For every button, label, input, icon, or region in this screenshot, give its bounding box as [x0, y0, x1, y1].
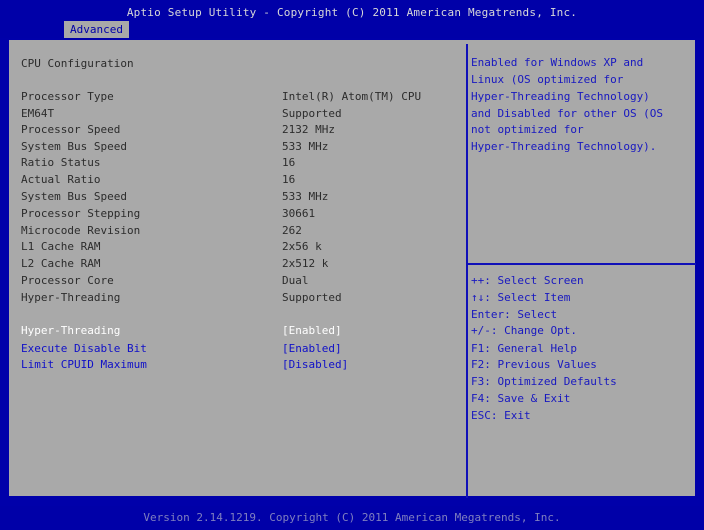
info-label: L2 Cache RAM: [21, 257, 101, 270]
info-value: 2x512 k: [282, 257, 329, 270]
top-bar: Aptio Setup Utility - Copyright (C) 2011…: [0, 0, 704, 38]
key-optimized-defaults: F3: Optimized Defaults: [471, 375, 617, 388]
info-value: 16: [282, 173, 296, 186]
key-general-help: F1: General Help: [471, 342, 577, 355]
info-label: Processor Type: [21, 90, 114, 103]
info-label: Processor Stepping: [21, 207, 141, 220]
info-value: 533 MHz: [282, 190, 329, 203]
info-label: L1 Cache RAM: [21, 240, 101, 253]
help-line: and Disabled for other OS (OS: [471, 107, 664, 120]
help-line: Hyper-Threading Technology): [471, 90, 650, 103]
help-line: Hyper-Threading Technology).: [471, 140, 657, 153]
info-label: Ratio Status: [21, 156, 101, 169]
info-value: 262: [282, 224, 302, 237]
vertical-divider: [466, 44, 468, 498]
option-execute-disable-bit-value[interactable]: [Enabled]: [282, 341, 342, 357]
key-save-exit: F4: Save & Exit: [471, 392, 571, 405]
key-esc-exit: ESC: Exit: [471, 409, 531, 422]
info-label: Microcode Revision: [21, 224, 141, 237]
info-label: Processor Speed: [21, 123, 121, 136]
info-value: Dual: [282, 274, 309, 287]
info-value: 2x56 k: [282, 240, 322, 253]
option-limit-cpuid-label[interactable]: Limit CPUID Maximum: [21, 357, 147, 373]
help-line: not optimized for: [471, 123, 584, 136]
key-select-item: ↑↓: Select Item: [471, 291, 571, 304]
option-hyper-threading-label[interactable]: Hyper-Threading: [21, 323, 120, 339]
section-title: CPU Configuration: [21, 57, 134, 70]
info-value: 533 MHz: [282, 140, 329, 153]
key-enter: Enter: Select: [471, 308, 558, 321]
help-line: Enabled for Windows XP and: [471, 56, 644, 69]
footer-version: Version 2.14.1219. Copyright (C) 2011 Am…: [0, 506, 704, 530]
info-value: Supported: [282, 291, 342, 304]
option-hyper-threading-value[interactable]: [Enabled]: [282, 323, 342, 339]
tab-advanced[interactable]: Advanced: [64, 21, 129, 38]
horizontal-divider: [468, 263, 696, 265]
info-value: Supported: [282, 107, 342, 120]
info-label: EM64T: [21, 107, 55, 120]
key-change-opt: +/-: Change Opt.: [471, 324, 577, 337]
info-value: 16: [282, 156, 296, 169]
info-label: Hyper-Threading: [21, 291, 121, 304]
key-select-screen: ++: Select Screen: [471, 274, 584, 287]
key-previous-values: F2: Previous Values: [471, 358, 597, 371]
info-value: 30661: [282, 207, 316, 220]
option-limit-cpuid-value[interactable]: [Disabled]: [282, 357, 348, 373]
info-value: 2132 MHz: [282, 123, 335, 136]
info-label: System Bus Speed: [21, 140, 127, 153]
option-execute-disable-bit-label[interactable]: Execute Disable Bit: [21, 341, 147, 357]
info-value: Intel(R) Atom(TM) CPU: [282, 90, 422, 103]
info-label: Actual Ratio: [21, 173, 101, 186]
info-label: Processor Core: [21, 274, 114, 287]
help-line: Linux (OS optimized for: [471, 73, 624, 86]
window-title: Aptio Setup Utility - Copyright (C) 2011…: [126, 6, 578, 19]
info-label: System Bus Speed: [21, 190, 127, 203]
